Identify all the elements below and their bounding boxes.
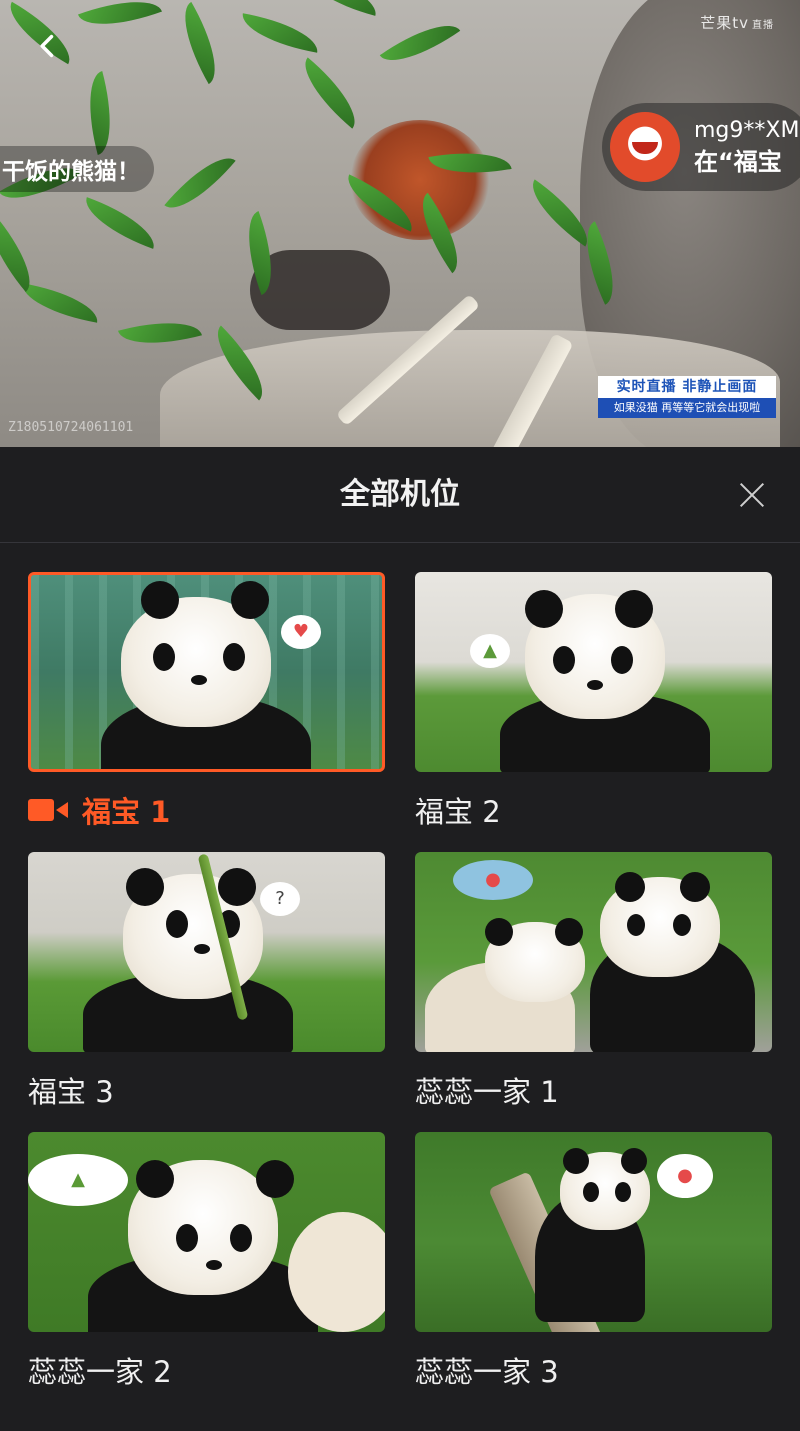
- brand-sub: 直播: [752, 20, 774, 31]
- back-button[interactable]: [24, 22, 72, 70]
- live-badge: 实时直播 非静止画面 如果没猫 再等等它就会出现啦: [598, 376, 776, 418]
- camera-card-fubao-1[interactable]: ♥ 福宝 1: [28, 572, 385, 830]
- apple-cloud-bubble-icon: ●: [453, 860, 533, 900]
- camera-thumbnail[interactable]: ?: [28, 852, 385, 1052]
- danmaku-ticker: 干饭的熊猫！: [0, 146, 154, 192]
- camera-card-fubao-2[interactable]: ▲ 福宝 2: [415, 572, 772, 830]
- question-bubble-icon: ?: [260, 882, 300, 916]
- heart-bubble-icon: ♥: [281, 615, 321, 649]
- camera-label: 福宝 1: [82, 795, 171, 829]
- apple-bubble-icon: ●: [657, 1154, 713, 1198]
- close-icon[interactable]: [734, 477, 770, 513]
- user-name: mg9**XM: [694, 117, 800, 143]
- bamboo-cloud-bubble-icon: ▲: [28, 1154, 128, 1206]
- panel-title: 全部机位: [340, 477, 460, 512]
- live-badge-subtitle: 如果没猫 再等等它就会出现啦: [598, 398, 776, 418]
- camera-thumbnail[interactable]: ▲: [415, 572, 772, 772]
- camera-card-ruirui-family-3[interactable]: ● 蕊蕊一家 3: [415, 1132, 772, 1390]
- avatar: [610, 112, 680, 182]
- camera-thumbnail[interactable]: ▲: [28, 1132, 385, 1332]
- chevron-left-icon: [40, 34, 54, 58]
- camera-label: 蕊蕊一家 3: [415, 1355, 559, 1389]
- video-timestamp: Z180510724061101: [8, 420, 134, 435]
- user-message: 在“福宝: [694, 147, 782, 176]
- user-message-pill[interactable]: mg9**XM 在“福宝: [602, 103, 800, 191]
- camera-label: 蕊蕊一家 2: [28, 1355, 172, 1389]
- camera-thumbnail[interactable]: ♥: [28, 572, 385, 772]
- bamboo-leaves: [0, 0, 629, 447]
- camera-selector-panel: 全部机位 ♥ 福宝 1 ▲ 福宝 2 ? 福宝 3 ● 蕊蕊一家 1 ▲ 蕊蕊一…: [0, 447, 800, 1431]
- camera-thumbnail[interactable]: ●: [415, 852, 772, 1052]
- camera-label: 蕊蕊一家 1: [415, 1075, 559, 1109]
- live-badge-title: 实时直播 非静止画面: [598, 376, 776, 398]
- live-video-player[interactable]: 芒果tv 直播 干饭的熊猫！ mg9**XM 在“福宝 实时直播 非静止画面 如果…: [0, 0, 800, 447]
- brand-watermark: 芒果tv 直播: [700, 12, 774, 33]
- camera-thumbnail[interactable]: ●: [415, 1132, 772, 1332]
- camera-card-fubao-3[interactable]: ? 福宝 3: [28, 852, 385, 1110]
- video-camera-icon: [28, 797, 72, 823]
- bamboo-shoot-bubble-icon: ▲: [470, 634, 510, 668]
- panel-header: 全部机位: [0, 447, 800, 543]
- camera-label: 福宝 3: [28, 1075, 114, 1109]
- camera-grid: ♥ 福宝 1 ▲ 福宝 2 ? 福宝 3 ● 蕊蕊一家 1 ▲ 蕊蕊一家 2 ●…: [28, 572, 773, 1390]
- brand-name: 芒果tv: [700, 14, 749, 32]
- camera-label: 福宝 2: [415, 795, 501, 829]
- camera-card-ruirui-family-2[interactable]: ▲ 蕊蕊一家 2: [28, 1132, 385, 1390]
- camera-card-ruirui-family-1[interactable]: ● 蕊蕊一家 1: [415, 852, 772, 1110]
